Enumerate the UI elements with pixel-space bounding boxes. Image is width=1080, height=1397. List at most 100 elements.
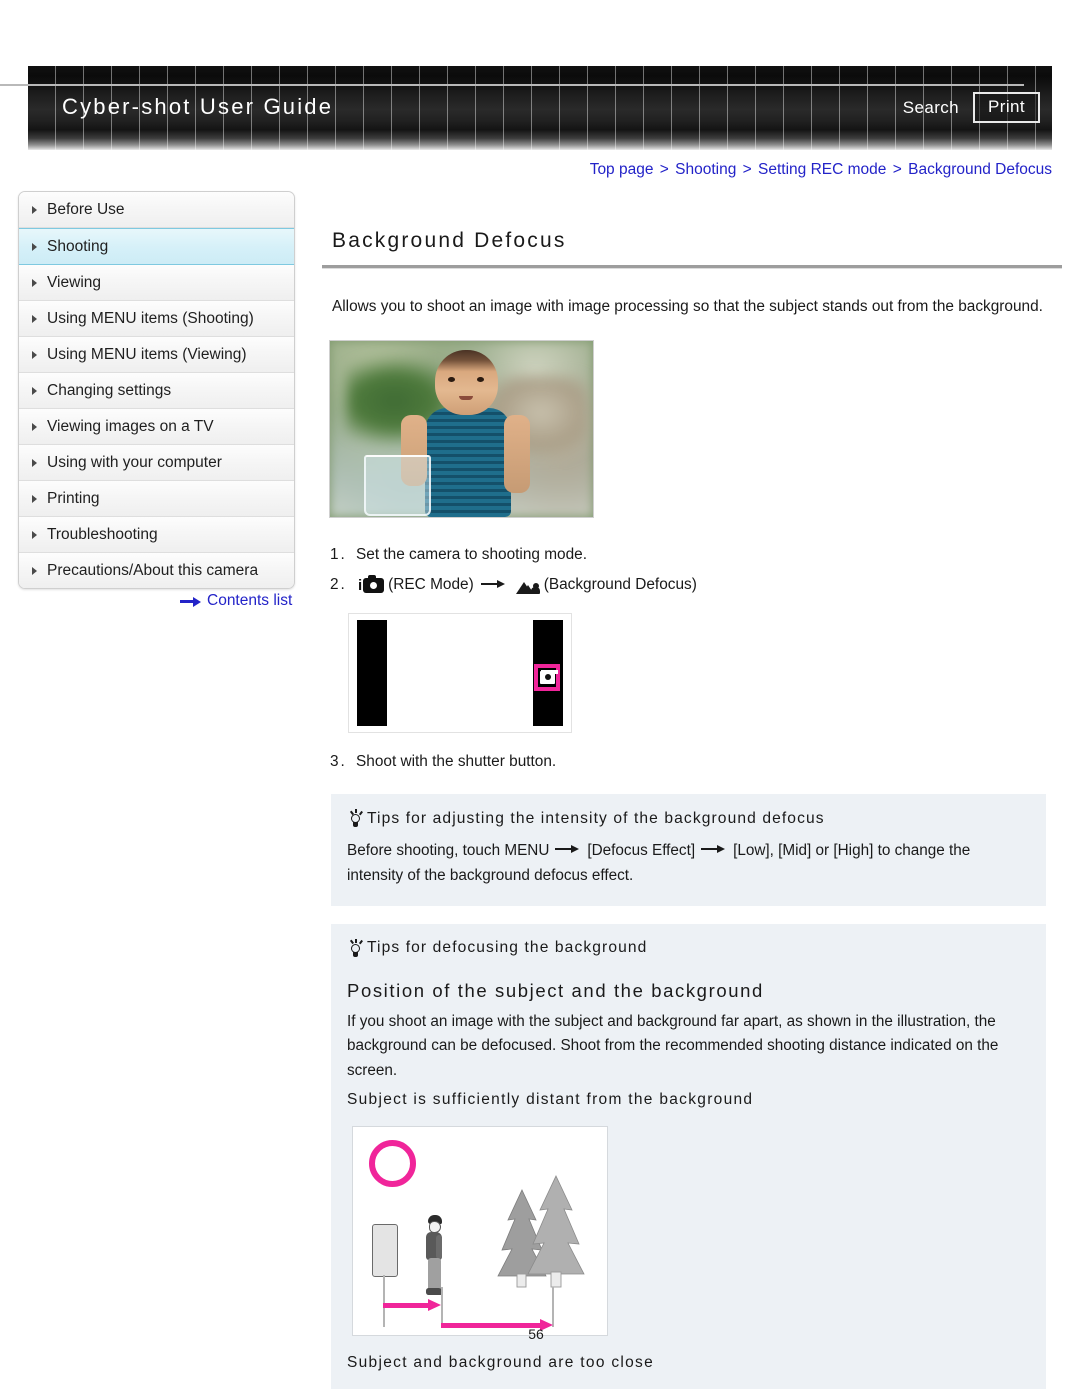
step-number: 3. xyxy=(330,752,347,770)
step-text: Shoot with the shutter button. xyxy=(356,752,557,770)
chevron-right-icon xyxy=(32,566,37,575)
person-legs xyxy=(428,1257,441,1290)
background-defocus-icon xyxy=(515,578,540,595)
arrow-right-icon xyxy=(480,579,507,589)
breadcrumb-separator: > xyxy=(892,161,902,178)
step-2-label-rec-mode: (REC Mode) xyxy=(388,575,474,593)
distance-arrow-camera-to-subject xyxy=(383,1298,441,1312)
sidebar-item-label: Viewing xyxy=(47,273,102,291)
rec-mode-button-camera-icon xyxy=(539,670,555,684)
header-underline xyxy=(0,84,1024,86)
sidebar-navigation: Before Use Shooting Viewing Using MENU i… xyxy=(18,191,295,589)
sidebar-item-viewing[interactable]: Viewing xyxy=(19,265,294,301)
chevron-right-icon xyxy=(32,314,37,323)
arrow-right-icon xyxy=(180,596,202,607)
sidebar-item-using-with-your-computer[interactable]: Using with your computer xyxy=(19,445,294,481)
sidebar-item-label: Using with your computer xyxy=(47,453,222,471)
sidebar-item-label: Using MENU items (Viewing) xyxy=(47,345,247,363)
section-subheading-position: Position of the subject and the backgrou… xyxy=(347,979,764,1001)
diagram-person xyxy=(422,1214,448,1299)
breadcrumb-item-setting-rec-mode[interactable]: Setting REC mode xyxy=(758,161,886,178)
ok-circle-icon xyxy=(369,1139,416,1187)
tips-body-position: If you shoot an image with the subject a… xyxy=(347,1012,999,1080)
page-title: Background Defocus xyxy=(332,229,567,252)
chevron-right-icon xyxy=(32,278,37,287)
sidebar-item-viewing-images-on-a-tv[interactable]: Viewing images on a TV xyxy=(19,409,294,445)
sidebar-item-label: Troubleshooting xyxy=(47,525,158,543)
step-3: 3. Shoot with the shutter button. xyxy=(330,747,1062,776)
arrow-right-icon xyxy=(701,844,727,854)
breadcrumb-separator: > xyxy=(742,161,752,178)
sidebar-item-before-use[interactable]: Before Use xyxy=(19,192,294,228)
sidebar-item-changing-settings[interactable]: Changing settings xyxy=(19,373,294,409)
caption-subject-sufficiently-distant: Subject is sufficiently distant from the… xyxy=(347,1090,754,1108)
procedure-steps-continued: 3. Shoot with the shutter button. xyxy=(330,747,1062,776)
sidebar-item-shooting[interactable]: Shooting xyxy=(19,228,294,265)
breadcrumb-item-top-page[interactable]: Top page xyxy=(590,161,654,178)
sidebar-item-using-menu-items-viewing[interactable]: Using MENU items (Viewing) xyxy=(19,337,294,373)
chevron-right-icon xyxy=(32,458,37,467)
photo-child-eye-left xyxy=(448,376,456,382)
chevron-right-icon xyxy=(32,205,37,214)
photo-child-eye-right xyxy=(477,376,485,382)
breadcrumb-item-background-defocus: Background Defocus xyxy=(908,161,1052,178)
screen-lcd-area xyxy=(387,619,533,726)
step-number: 2. xyxy=(330,575,347,593)
photo-child-mouth xyxy=(458,395,473,400)
chevron-right-icon xyxy=(32,422,37,431)
sidebar-item-label: Shooting xyxy=(47,237,109,255)
tips-box-defocusing: Tips for defocusing the background Posit… xyxy=(331,923,1046,1389)
step-number: 1. xyxy=(330,546,347,564)
sidebar-item-printing[interactable]: Printing xyxy=(19,481,294,517)
print-button[interactable]: Print xyxy=(973,92,1040,123)
page-header: Cyber-shot User Guide Search Print xyxy=(28,66,1052,150)
step-1: 1. Set the camera to shooting mode. xyxy=(330,540,1062,569)
tips-heading-row: Tips for defocusing the background xyxy=(347,938,1028,958)
sidebar-item-label: Using MENU items (Shooting) xyxy=(47,309,254,327)
photo-child-head xyxy=(435,350,499,416)
arrow-right-icon xyxy=(555,844,581,854)
person-arm xyxy=(436,1234,442,1259)
search-link[interactable]: Search xyxy=(903,98,959,118)
brand-title: Cyber-shot User Guide xyxy=(62,94,334,119)
sidebar-item-troubleshooting[interactable]: Troubleshooting xyxy=(19,517,294,553)
breadcrumb-item-shooting[interactable]: Shooting xyxy=(675,161,736,178)
chevron-right-icon xyxy=(32,242,37,251)
diagram-trees xyxy=(496,1172,588,1294)
photo-child-body xyxy=(424,408,512,518)
chevron-right-icon xyxy=(32,530,37,539)
camera-screen-illustration xyxy=(348,612,572,733)
sidebar-item-label: Changing settings xyxy=(47,381,172,399)
tips-body-intensity: Before shooting, touch MENU [Defocus Effe… xyxy=(347,839,1028,889)
rec-mode-camera-icon: i xyxy=(358,574,385,593)
chevron-right-icon xyxy=(32,386,37,395)
sidebar-item-precautions-about-this-camera[interactable]: Precautions/About this camera xyxy=(19,553,294,588)
intro-paragraph: Allows you to shoot an image with image … xyxy=(332,298,1043,315)
title-divider xyxy=(322,265,1062,269)
tips-heading-label: Tips for adjusting the intensity of the … xyxy=(367,809,825,827)
step-text: i (REC Mode) (Background Defocus) xyxy=(356,570,697,599)
tips-body-part-1: Before shooting, touch MENU xyxy=(347,842,550,860)
contents-list-link[interactable]: Contents list xyxy=(180,592,292,610)
breadcrumb: Top page > Shooting > Setting REC mode >… xyxy=(590,161,1052,179)
sidebar-item-label: Printing xyxy=(47,489,100,507)
chevron-right-icon xyxy=(32,494,37,503)
tips-box-intensity: Tips for adjusting the intensity of the … xyxy=(331,794,1046,906)
step-text: Set the camera to shooting mode. xyxy=(356,546,587,564)
procedure-steps: 1. Set the camera to shooting mode. 2. i… xyxy=(330,540,1062,599)
tips-body-part-2: [Defocus Effect] xyxy=(587,842,696,860)
photo-cup xyxy=(364,455,432,516)
step-2-label-background-defocus: (Background Defocus) xyxy=(543,575,697,593)
pine-trees-icon xyxy=(497,1175,585,1288)
main-content: Background Defocus Allows you to shoot a… xyxy=(322,191,1062,1389)
sidebar-item-label: Viewing images on a TV xyxy=(47,417,214,435)
header-actions: Search Print xyxy=(903,92,1040,123)
page-number: 56 xyxy=(528,1326,544,1342)
diagram-subject-distant-from-background xyxy=(352,1125,608,1336)
sidebar-item-using-menu-items-shooting[interactable]: Using MENU items (Shooting) xyxy=(19,301,294,337)
contents-list-label: Contents list xyxy=(207,592,293,609)
sidebar-item-label: Precautions/About this camera xyxy=(47,561,259,579)
lightbulb-icon xyxy=(347,809,364,828)
sample-photo-background-defocus xyxy=(329,340,594,519)
tips-heading-row: Tips for adjusting the intensity of the … xyxy=(347,809,1028,828)
